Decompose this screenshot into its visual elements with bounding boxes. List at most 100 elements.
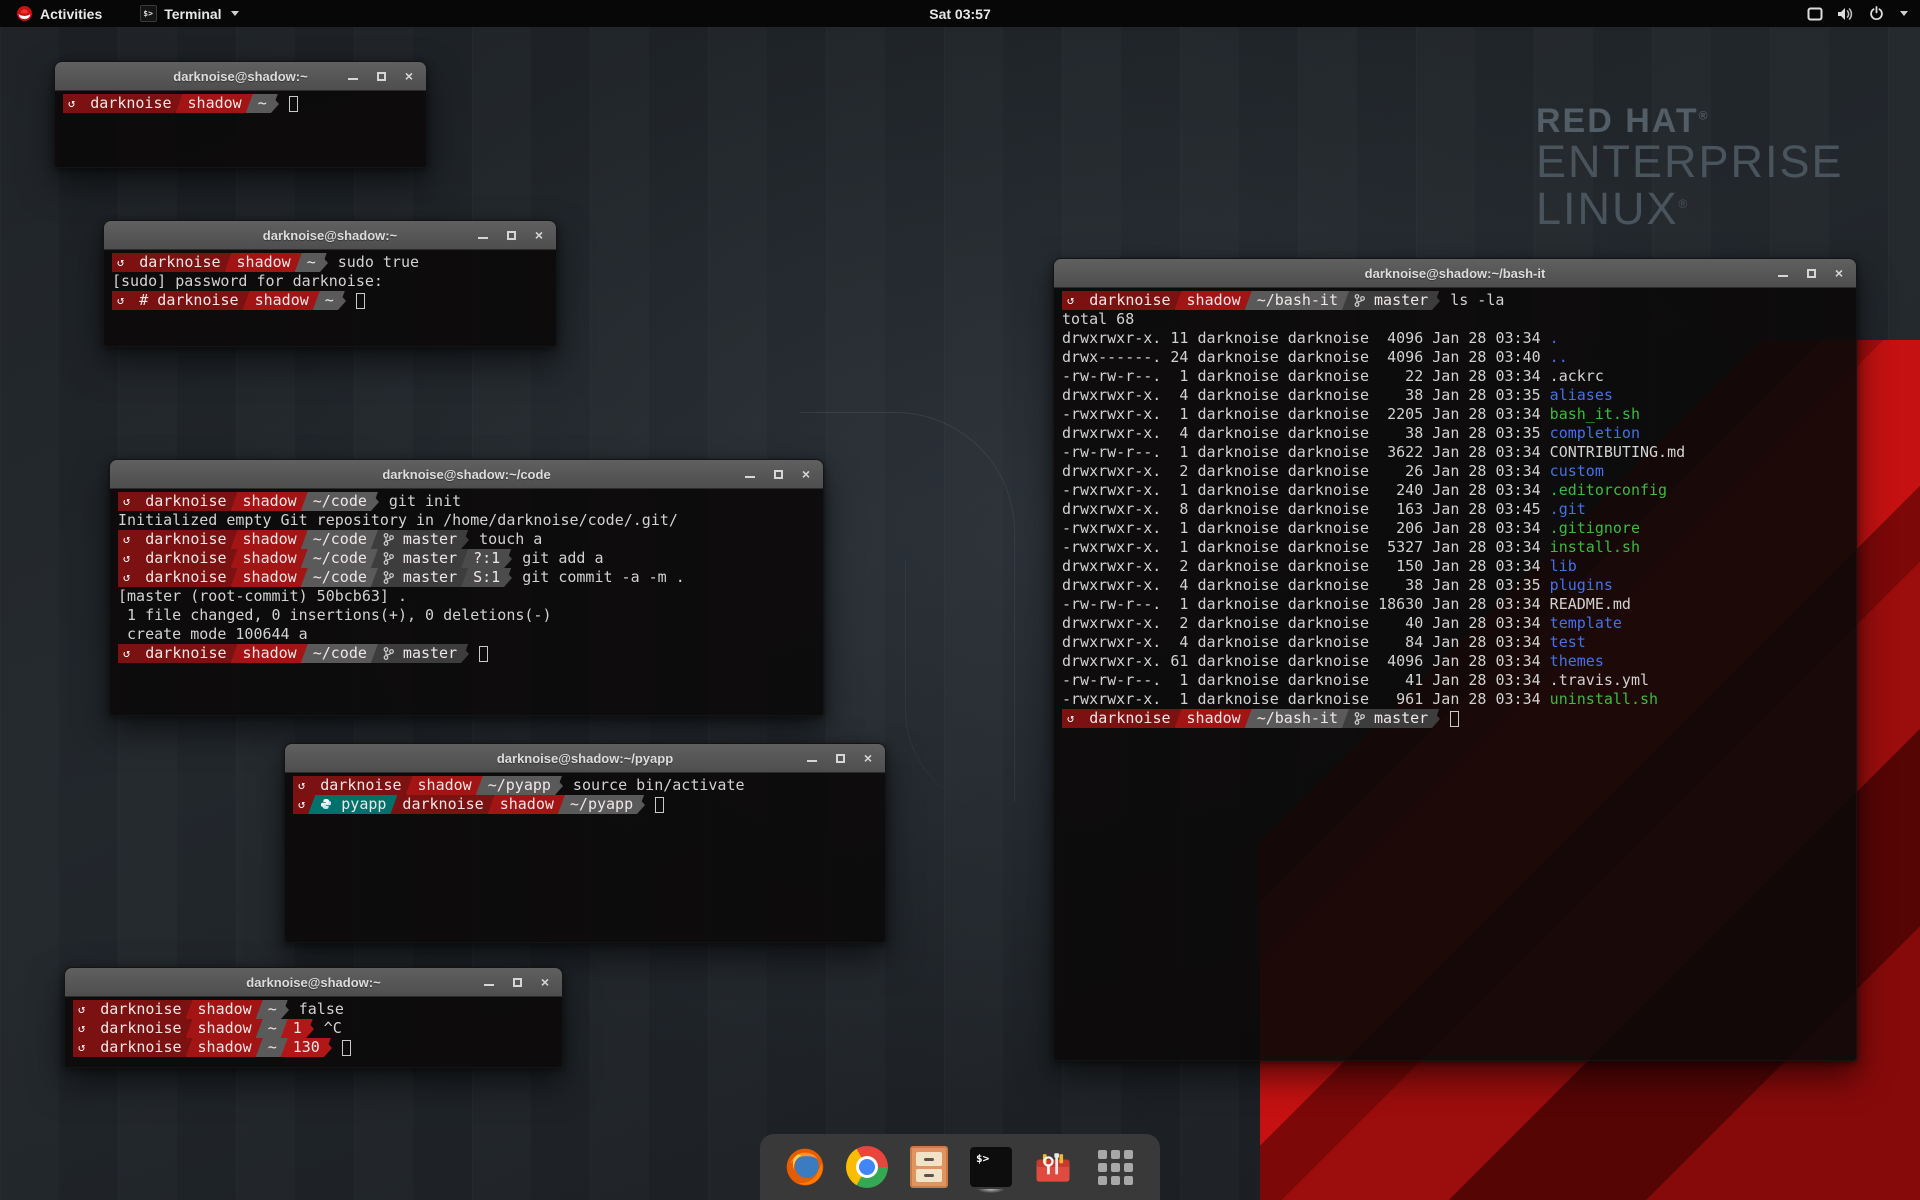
- terminal-cursor: [1450, 711, 1459, 727]
- prompt-segment-host: shadow: [231, 568, 308, 587]
- ls-row: -rw-rw-r--. 1 darknoise darknoise 22 Jan…: [1062, 367, 1848, 386]
- activities-button[interactable]: Activities: [10, 0, 108, 27]
- prompt-segment-user: darknoise: [133, 644, 237, 663]
- app-menu-label: Terminal: [164, 6, 221, 22]
- clock-label[interactable]: Sat 03:57: [929, 6, 990, 22]
- dock-item-toolbox[interactable]: [1031, 1145, 1075, 1189]
- terminal-content[interactable]: ↺darknoiseshadow~/bash-it masterls -lato…: [1054, 288, 1856, 1060]
- terminal-window-home-1: darknoise@shadow:~ × ↺darknoiseshadow~: [54, 61, 427, 168]
- command-text: git commit -a -m .: [522, 568, 685, 587]
- maximize-button[interactable]: [1805, 267, 1817, 279]
- window-title: darknoise@shadow:~/code: [110, 467, 823, 482]
- prompt-segment-user: darknoise: [1077, 709, 1181, 728]
- close-button[interactable]: ×: [539, 976, 551, 988]
- prompt-segment-git: master: [371, 549, 468, 568]
- dock: $>: [760, 1134, 1160, 1200]
- terminal-prompt-line: ↺darknoiseshadow~/bash-it masterls -la: [1062, 291, 1848, 310]
- prompt-segment-host: shadow: [1175, 291, 1252, 310]
- wordmark-line: RED HAT: [1536, 102, 1699, 140]
- maximize-button[interactable]: [375, 70, 387, 82]
- terminal-content[interactable]: ↺darknoiseshadow~sudo true[sudo] passwor…: [104, 250, 556, 346]
- prompt-segment-path: ~/code: [301, 644, 378, 663]
- prompt-segment-user: darknoise: [390, 795, 494, 814]
- dock-item-app-grid[interactable]: [1093, 1145, 1137, 1189]
- dock-item-files[interactable]: [907, 1145, 951, 1189]
- power-icon[interactable]: [1869, 6, 1884, 21]
- volume-icon[interactable]: [1837, 7, 1855, 21]
- command-text: ^C: [324, 1019, 342, 1038]
- prompt-segment-git: master: [371, 530, 468, 549]
- terminal-content[interactable]: ↺darknoiseshadow~false↺darknoiseshadow~1…: [65, 997, 562, 1067]
- chevron-down-icon[interactable]: [1900, 11, 1908, 16]
- ls-row: -rwxrwxr-x. 1 darknoise darknoise 240 Ja…: [1062, 481, 1848, 500]
- app-grid-icon: [1095, 1147, 1135, 1187]
- prompt-segment-user: darknoise: [1077, 291, 1181, 310]
- terminal-content[interactable]: ↺darknoiseshadow~/codegit initInitialize…: [110, 489, 823, 715]
- file-name: CONTRIBUTING.md: [1550, 443, 1685, 461]
- file-name: install.sh: [1550, 538, 1640, 556]
- dock-item-chrome[interactable]: [845, 1145, 889, 1189]
- prompt-segment-gitstatus: S:1: [461, 568, 511, 587]
- prompt-segment-path: ~/pyapp: [558, 795, 644, 814]
- running-indicator: [971, 1189, 1011, 1199]
- window-titlebar[interactable]: darknoise@shadow:~/code ×: [110, 460, 823, 489]
- close-button[interactable]: ×: [403, 70, 415, 82]
- terminal-prompt-line: ↺darknoiseshadow~/code masterS:1git comm…: [118, 568, 815, 587]
- close-button[interactable]: ×: [1833, 267, 1845, 279]
- command-text: sudo true: [338, 253, 419, 272]
- file-name: template: [1550, 614, 1622, 632]
- terminal-content[interactable]: ↺darknoiseshadow~: [55, 91, 426, 167]
- minimize-button[interactable]: [1777, 267, 1789, 279]
- minimize-button[interactable]: [483, 976, 495, 988]
- toolbox-icon: [1031, 1145, 1075, 1189]
- close-button[interactable]: ×: [862, 752, 874, 764]
- window-titlebar[interactable]: darknoise@shadow:~ ×: [65, 968, 562, 997]
- prompt-segment-user: darknoise: [133, 530, 237, 549]
- file-name: .travis.yml: [1550, 671, 1649, 689]
- registered-mark: ®: [1679, 197, 1690, 211]
- ls-row: drwxrwxr-x. 2 darknoise darknoise 40 Jan…: [1062, 614, 1848, 633]
- window-titlebar[interactable]: darknoise@shadow:~ ×: [104, 221, 556, 250]
- minimize-button[interactable]: [477, 229, 489, 241]
- maximize-button[interactable]: [505, 229, 517, 241]
- prompt-segment-host: shadow: [176, 94, 253, 113]
- maximize-button[interactable]: [834, 752, 846, 764]
- prompt-segment-user: darknoise: [308, 776, 412, 795]
- clock-area: Sat 03:57: [0, 6, 1920, 22]
- terminal-output-line: [sudo] password for darknoise:: [112, 272, 548, 291]
- app-menu-terminal[interactable]: $> Terminal: [134, 0, 244, 27]
- dock-item-firefox[interactable]: [783, 1145, 827, 1189]
- screen-icon[interactable]: [1807, 7, 1823, 21]
- window-titlebar[interactable]: darknoise@shadow:~/bash-it ×: [1054, 259, 1856, 288]
- firefox-icon: [783, 1145, 827, 1189]
- close-button[interactable]: ×: [533, 229, 545, 241]
- maximize-button[interactable]: [772, 468, 784, 480]
- prompt-segment-path: ~/bash-it: [1245, 291, 1349, 310]
- terminal-prompt-line: ↺darknoiseshadow~/code mastertouch a: [118, 530, 815, 549]
- wordmark-line: LINUX: [1536, 183, 1679, 234]
- terminal-window-home-2: darknoise@shadow:~ × ↺darknoiseshadow~fa…: [64, 967, 563, 1068]
- close-button[interactable]: ×: [800, 468, 812, 480]
- activities-label: Activities: [40, 6, 102, 22]
- terminal-output-line: create mode 100644 a: [118, 625, 815, 644]
- maximize-button[interactable]: [511, 976, 523, 988]
- minimize-button[interactable]: [806, 752, 818, 764]
- terminal-prompt-line: ↺darknoiseshadow~/pyappsource bin/activa…: [293, 776, 877, 795]
- prompt-segment-host: shadow: [231, 530, 308, 549]
- window-titlebar[interactable]: darknoise@shadow:~ ×: [55, 62, 426, 91]
- command-text: ls -la: [1450, 291, 1504, 310]
- minimize-button[interactable]: [744, 468, 756, 480]
- prompt-segment-user: darknoise: [133, 568, 237, 587]
- terminal-cursor: [655, 797, 664, 813]
- command-text: touch a: [479, 530, 542, 549]
- prompt-segment-host: shadow: [406, 776, 483, 795]
- terminal-prompt-line: ↺darknoiseshadow~sudo true: [112, 253, 548, 272]
- terminal-content[interactable]: ↺darknoiseshadow~/pyappsource bin/activa…: [285, 773, 885, 942]
- prompt-segment-gitstatus: ?:1: [461, 549, 511, 568]
- terminal-prompt-line: ↺darknoiseshadow~/code master?:1git add …: [118, 549, 815, 568]
- window-titlebar[interactable]: darknoise@shadow:~/pyapp ×: [285, 744, 885, 773]
- terminal-output-line: total 68: [1062, 310, 1848, 329]
- dock-item-terminal[interactable]: $>: [969, 1145, 1013, 1189]
- minimize-button[interactable]: [347, 70, 359, 82]
- prompt-segment-git: master: [1342, 291, 1439, 310]
